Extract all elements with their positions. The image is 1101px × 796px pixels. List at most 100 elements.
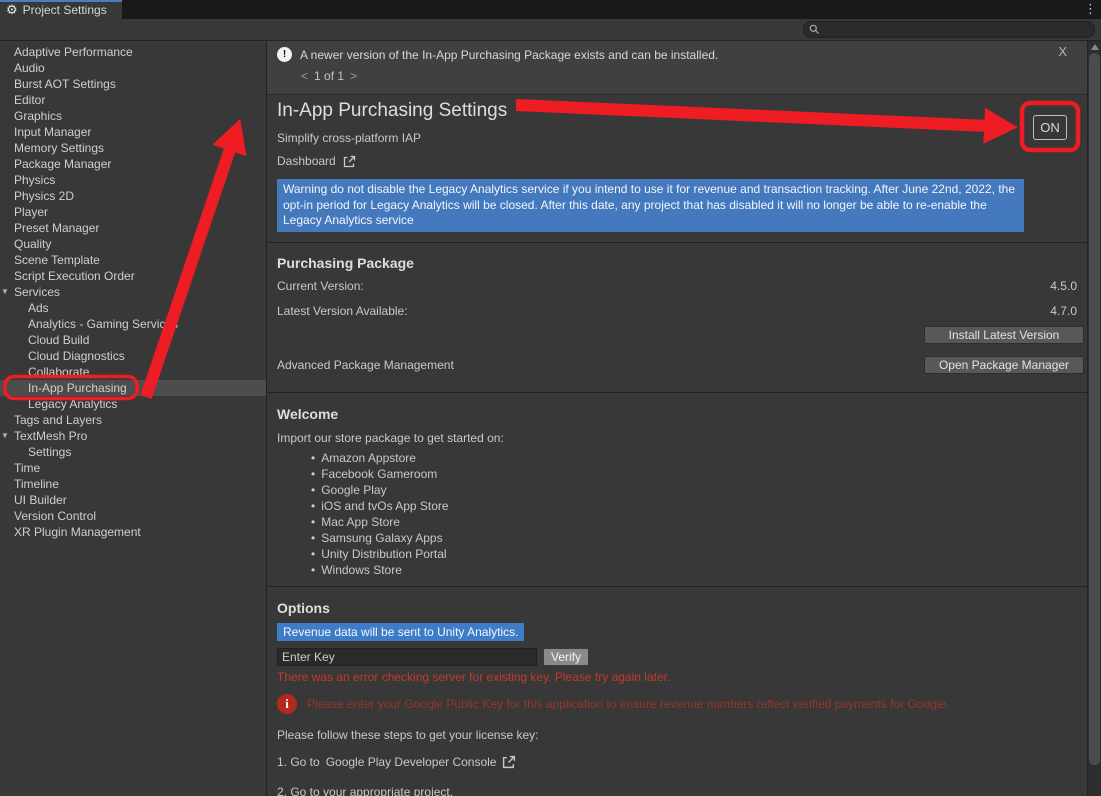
store-list-item: Google Play [311, 482, 1087, 498]
iap-enabled-toggle[interactable]: ON [1033, 115, 1067, 140]
foldout-arrow-icon[interactable]: ▼ [1, 284, 9, 300]
sidebar-item-burst-aot-settings[interactable]: Burst AOT Settings [0, 76, 266, 92]
section-divider [267, 586, 1087, 587]
sidebar-item-label: Version Control [14, 509, 96, 523]
google-play-console-link[interactable]: Google Play Developer Console [326, 754, 497, 770]
sidebar-item-quality[interactable]: Quality [0, 236, 266, 252]
sidebar-item-cloud-diagnostics[interactable]: Cloud Diagnostics [0, 348, 266, 364]
foldout-arrow-icon[interactable]: ▼ [1, 428, 9, 444]
sidebar-item-timeline[interactable]: Timeline [0, 476, 266, 492]
google-key-input[interactable] [277, 648, 537, 666]
current-version-value: 4.5.0 [1050, 279, 1077, 293]
dashboard-link[interactable]: Dashboard [277, 154, 356, 168]
external-link-icon [343, 155, 356, 168]
store-list-item: Mac App Store [311, 514, 1087, 530]
sidebar-item-label: Preset Manager [14, 221, 99, 235]
store-list-item: Windows Store [311, 562, 1087, 578]
main-panel: ! A newer version of the In-App Purchasi… [267, 41, 1087, 796]
sidebar-item-adaptive-performance[interactable]: Adaptive Performance [0, 44, 266, 60]
notification-bubble-icon: ! [277, 47, 292, 62]
sidebar-item-label: In-App Purchasing [28, 381, 127, 395]
sidebar-item-label: TextMesh Pro [14, 429, 87, 443]
pager-next-button[interactable]: > [350, 69, 357, 83]
page-subtitle: Simplify cross-platform IAP [277, 131, 1087, 145]
sidebar-item-legacy-analytics[interactable]: Legacy Analytics [0, 396, 266, 412]
step1-prefix: 1. Go to [277, 754, 320, 770]
sidebar-item-time[interactable]: Time [0, 460, 266, 476]
sidebar-item-label: Physics [14, 173, 55, 187]
search-input[interactable] [824, 24, 1084, 36]
sidebar-item-script-execution-order[interactable]: Script Execution Order [0, 268, 266, 284]
sidebar-item-editor[interactable]: Editor [0, 92, 266, 108]
sidebar-item-analytics-gaming-services[interactable]: Analytics - Gaming Services [0, 316, 266, 332]
open-package-manager-button[interactable]: Open Package Manager [924, 356, 1084, 374]
sidebar-item-label: Analytics - Gaming Services [28, 317, 178, 331]
sidebar-item-ads[interactable]: Ads [0, 300, 266, 316]
sidebar-list: Adaptive Performance AudioBurst AOT Setti… [0, 44, 266, 540]
store-list-item: Facebook Gameroom [311, 466, 1087, 482]
pager-prev-button[interactable]: < [301, 69, 308, 83]
sidebar-item-collaborate[interactable]: Collaborate [0, 364, 266, 380]
sidebar-item-package-manager[interactable]: Package Manager [0, 156, 266, 172]
sidebar-item-settings[interactable]: Settings [0, 444, 266, 460]
sidebar-item-physics[interactable]: Physics [0, 172, 266, 188]
tab-title: Project Settings [23, 3, 107, 17]
external-link-icon [502, 755, 516, 769]
sidebar-item-graphics[interactable]: Graphics [0, 108, 266, 124]
verify-button[interactable]: Verify [543, 648, 589, 666]
sidebar-item-label: Script Execution Order [14, 269, 135, 283]
sidebar-item-label: Input Manager [14, 125, 91, 139]
sidebar-item-label: XR Plugin Management [14, 525, 141, 539]
store-list-item: iOS and tvOs App Store [311, 498, 1087, 514]
sidebar-item-xr-plugin-management[interactable]: XR Plugin Management [0, 524, 266, 540]
sidebar-item-services[interactable]: ▼Services [0, 284, 266, 300]
banner-close-button[interactable]: X [1058, 44, 1067, 59]
sidebar-item-label: Adaptive Performance [14, 45, 133, 59]
sidebar-item-label: Memory Settings [14, 141, 104, 155]
sidebar-item-physics-2d[interactable]: Physics 2D [0, 188, 266, 204]
scrollbar-thumb[interactable] [1089, 53, 1100, 765]
sidebar-item-textmesh-pro[interactable]: ▼ TextMesh Pro [0, 428, 266, 444]
sidebar-item-label: Collaborate [28, 365, 89, 379]
search-box[interactable] [803, 21, 1095, 38]
tab-strip: ⚙ Project Settings ⋮ [0, 0, 1101, 19]
google-key-error-text: Please enter your Google Public Key for … [307, 694, 949, 711]
sidebar-item-label: Audio [14, 61, 45, 75]
sidebar-item-audio[interactable]: Audio [0, 60, 266, 76]
vertical-scrollbar[interactable] [1087, 41, 1101, 796]
step2-text: 2. Go to your appropriate project. [277, 785, 1087, 796]
sidebar-item-label: Package Manager [14, 157, 111, 171]
store-list: Amazon AppstoreFacebook GameroomGoogle P… [311, 450, 1087, 578]
sidebar-item-input-manager[interactable]: Input Manager [0, 124, 266, 140]
kebab-menu-icon[interactable]: ⋮ [1084, 1, 1097, 17]
current-version-label: Current Version: [277, 279, 364, 293]
sidebar-item-label: UI Builder [14, 493, 67, 507]
sidebar-item-scene-template[interactable]: Scene Template [0, 252, 266, 268]
sidebar-item-cloud-build[interactable]: Cloud Build [0, 332, 266, 348]
sidebar-item-memory-settings[interactable]: Memory Settings [0, 140, 266, 156]
sidebar-item-label: Editor [14, 93, 45, 107]
sidebar-item-in-app-purchasing[interactable]: In-App Purchasing [0, 380, 266, 396]
toolbar [0, 19, 1101, 41]
search-icon [809, 24, 820, 35]
update-notification-banner: ! A newer version of the In-App Purchasi… [267, 41, 1087, 95]
sidebar-item-preset-manager[interactable]: Preset Manager [0, 220, 266, 236]
scroll-up-arrow-icon[interactable] [1091, 44, 1099, 50]
sidebar-item-label: Scene Template [14, 253, 100, 267]
options-heading: Options [277, 600, 1087, 616]
settings-sidebar: Adaptive Performance AudioBurst AOT Setti… [0, 41, 267, 796]
sidebar-item-label: Legacy Analytics [28, 397, 117, 411]
sidebar-item-label: Player [14, 205, 48, 219]
tab-project-settings[interactable]: ⚙ Project Settings [0, 0, 122, 19]
sidebar-item-label: Settings [28, 445, 71, 459]
sidebar-item-tags-and-layers[interactable]: Tags and Layers [0, 412, 266, 428]
sidebar-item-label: Cloud Diagnostics [28, 349, 125, 363]
sidebar-item-ui-builder[interactable]: UI Builder [0, 492, 266, 508]
install-latest-version-button[interactable]: Install Latest Version [924, 326, 1084, 344]
project-settings-window: ⚙ Project Settings ⋮ Adaptive Performanc… [0, 0, 1101, 796]
sidebar-item-version-control[interactable]: Version Control [0, 508, 266, 524]
sidebar-item-label: Physics 2D [14, 189, 74, 203]
sidebar-item-player[interactable]: Player [0, 204, 266, 220]
welcome-intro: Import our store package to get started … [277, 431, 1087, 445]
sidebar-item-label: Time [14, 461, 40, 475]
